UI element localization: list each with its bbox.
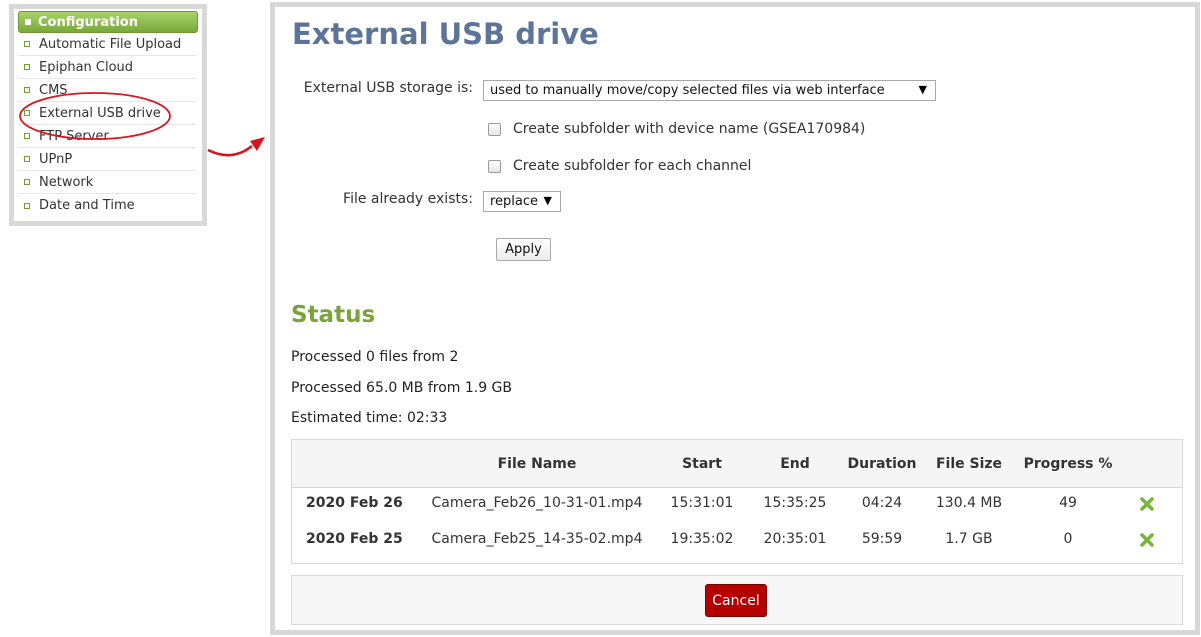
- subfolder-channel-option: Create subfolder for each channel: [488, 158, 751, 174]
- square-bullet-icon: [24, 64, 30, 70]
- file-exists-label: File already exists:: [343, 191, 473, 207]
- storage-mode-label: External USB storage is:: [303, 80, 473, 96]
- column-file-size: File Size: [935, 456, 1003, 472]
- row-duration: 04:24: [861, 495, 903, 511]
- square-bullet-icon: [25, 19, 31, 25]
- sidebar-item-automatic-file-upload[interactable]: Automatic File Upload: [18, 33, 196, 56]
- column-end: End: [780, 456, 810, 472]
- square-bullet-icon: [24, 179, 30, 185]
- row-file-name: Camera_Feb26_10-31-01.mp4: [431, 495, 643, 511]
- subfolder-device-option: Create subfolder with device name (GSEA1…: [488, 121, 865, 137]
- cancel-bar: Cancel: [291, 575, 1183, 625]
- sidebar-item-label: External USB drive: [39, 105, 161, 121]
- sidebar-item-date-and-time[interactable]: Date and Time: [18, 194, 196, 217]
- sidebar-item-label: UPnP: [39, 151, 73, 167]
- config-sidebar: Configuration Automatic File Upload Epip…: [9, 4, 207, 226]
- sidebar-item-epiphan-cloud[interactable]: Epiphan Cloud: [18, 56, 196, 79]
- row-progress: 0: [1063, 531, 1073, 547]
- apply-button[interactable]: Apply: [496, 238, 551, 261]
- subfolder-device-label: Create subfolder with device name (GSEA1…: [513, 121, 866, 137]
- sidebar-list: Automatic File Upload Epiphan Cloud CMS …: [18, 33, 198, 217]
- sidebar-item-external-usb-drive[interactable]: External USB drive: [18, 102, 196, 125]
- file-exists-select[interactable]: replace ▼: [483, 191, 561, 212]
- square-bullet-icon: [24, 156, 30, 162]
- square-bullet-icon: [24, 202, 30, 209]
- row-date: 2020 Feb 26: [306, 495, 403, 511]
- sidebar-item-label: Network: [39, 174, 94, 190]
- sidebar-item-label: Automatic File Upload: [39, 36, 182, 52]
- storage-mode-select[interactable]: used to manually move/copy selected file…: [483, 80, 936, 101]
- sidebar-item-upnp[interactable]: UPnP: [18, 148, 196, 171]
- square-bullet-icon: [24, 133, 30, 139]
- sidebar-item-cms[interactable]: CMS: [18, 79, 196, 102]
- row-duration: 59:59: [861, 531, 903, 547]
- cancel-button[interactable]: Cancel: [705, 584, 767, 617]
- file-exists-value: replace: [490, 194, 539, 209]
- column-duration: Duration: [847, 456, 917, 472]
- column-progress: Progress %: [1023, 456, 1113, 472]
- usb-drive-panel: External USB drive External USB storage …: [270, 2, 1200, 635]
- sidebar-item-label: CMS: [39, 82, 68, 98]
- row-end: 20:35:01: [763, 531, 827, 547]
- column-file-name: File Name: [497, 456, 577, 472]
- sidebar-item-ftp-server[interactable]: FTP Server: [18, 125, 196, 148]
- arrow-head-icon: [250, 137, 265, 151]
- estimated-time-text: Estimated time: 02:33: [291, 410, 448, 426]
- subfolder-device-checkbox[interactable]: [488, 122, 501, 136]
- remove-x-icon[interactable]: [1139, 496, 1155, 512]
- column-start: Start: [682, 456, 722, 472]
- sidebar-item-label: Date and Time: [39, 198, 135, 213]
- sidebar-item-label: Epiphan Cloud: [39, 59, 134, 75]
- row-end: 15:35:25: [763, 495, 827, 511]
- page-title: External USB drive: [292, 17, 599, 51]
- row-file-name: Camera_Feb25_14-35-02.mp4: [431, 531, 643, 547]
- table-header: File Name Start End Duration File Size P…: [292, 440, 1182, 488]
- pointer-arrow-icon: [207, 144, 253, 157]
- dropdown-arrow-icon: ▼: [918, 83, 927, 96]
- row-start: 15:31:01: [670, 495, 734, 511]
- remove-x-icon[interactable]: [1139, 532, 1155, 548]
- dropdown-arrow-icon: ▼: [543, 194, 552, 207]
- subfolder-channel-checkbox[interactable]: [488, 159, 501, 173]
- row-start: 19:35:02: [670, 531, 734, 547]
- files-processed-text: Processed 0 files from 2: [291, 349, 459, 365]
- size-processed-text: Processed 65.0 MB from 1.9 GB: [291, 380, 513, 396]
- square-bullet-icon: [24, 87, 30, 93]
- sidebar-header-label: Configuration: [38, 14, 138, 30]
- storage-mode-value: used to manually move/copy selected file…: [490, 83, 885, 98]
- file-transfer-table: File Name Start End Duration File Size P…: [291, 439, 1183, 564]
- subfolder-channel-label: Create subfolder for each channel: [513, 158, 752, 174]
- sidebar-item-network[interactable]: Network: [18, 171, 196, 194]
- status-heading: Status: [291, 302, 376, 328]
- row-progress: 49: [1059, 495, 1077, 511]
- square-bullet-icon: [24, 41, 30, 47]
- row-date: 2020 Feb 25: [306, 531, 403, 547]
- sidebar-header[interactable]: Configuration: [18, 11, 198, 33]
- row-file-size: 1.7 GB: [945, 531, 993, 547]
- sidebar-item-label: FTP Server: [39, 128, 109, 144]
- square-bullet-icon: [24, 110, 30, 116]
- row-file-size: 130.4 MB: [935, 495, 1003, 511]
